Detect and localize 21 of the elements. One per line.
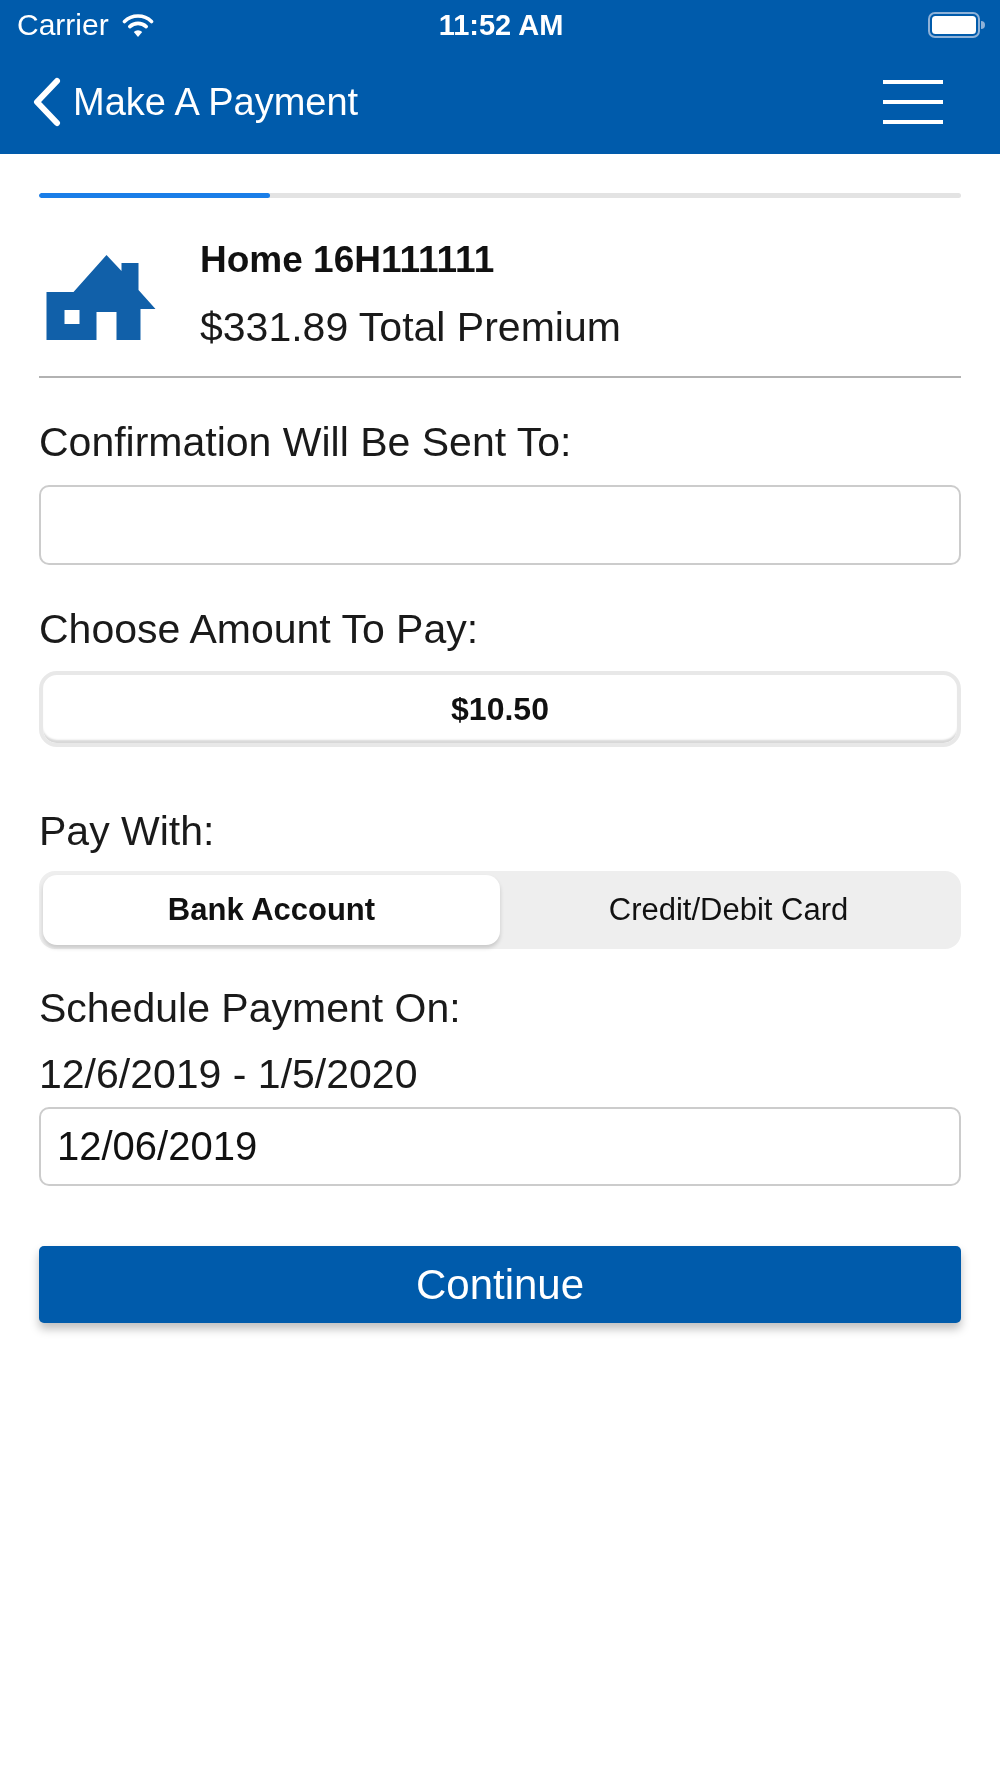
- date-field[interactable]: 12/06/2019: [39, 1107, 961, 1186]
- battery-icon: [928, 12, 985, 38]
- date-range-text: 12/6/2019 - 1/5/2020: [39, 1050, 419, 1099]
- field-label: Schedule Payment On:: [39, 984, 462, 1033]
- payment-method-tab[interactable]: Credit/Debit Card: [500, 875, 957, 945]
- chevron-left-icon[interactable]: [31, 77, 61, 127]
- carrier-label: Carrier: [17, 7, 109, 43]
- wifi-icon: [121, 13, 154, 37]
- field-label: Pay With:: [39, 807, 216, 856]
- field-label: Choose Amount To Pay:: [39, 605, 480, 654]
- email-field[interactable]: [39, 485, 961, 565]
- house-icon: [46, 254, 156, 340]
- menu-icon[interactable]: [883, 80, 943, 124]
- amount-button[interactable]: $10.50: [39, 671, 961, 747]
- field-label: Confirmation Will Be Sent To:: [39, 418, 573, 467]
- payment-method-tab[interactable]: Bank Account: [43, 875, 500, 945]
- clock-time: 11:52 AM: [438, 8, 564, 43]
- page-title: Make A Payment: [73, 80, 359, 125]
- premium-text: $331.89 Total Premium: [200, 303, 621, 352]
- policy-title: Home 16H111111: [200, 238, 496, 282]
- continue-button[interactable]: Continue: [39, 1246, 961, 1323]
